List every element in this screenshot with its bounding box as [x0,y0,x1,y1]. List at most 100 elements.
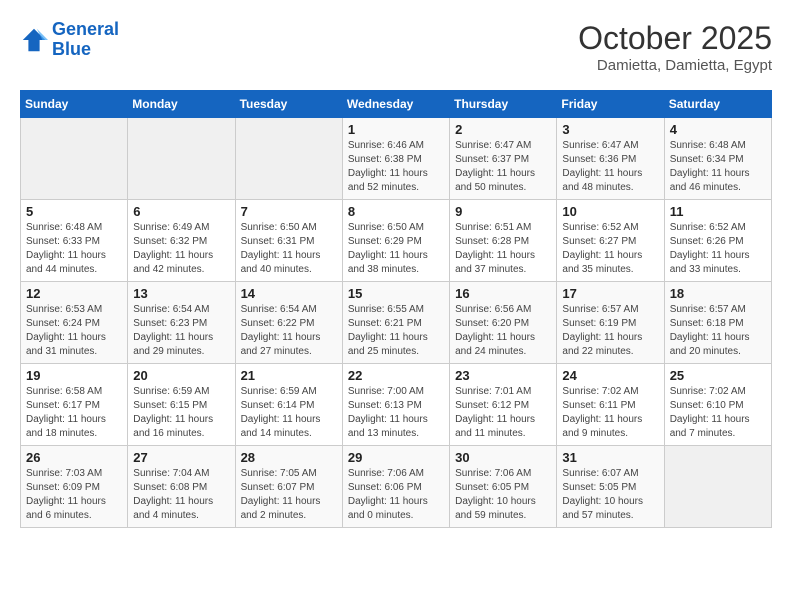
day-number: 24 [562,368,658,383]
day-number: 25 [670,368,766,383]
day-number: 2 [455,122,551,137]
calendar-cell: 3 Sunrise: 6:47 AM Sunset: 6:36 PM Daylig… [557,118,664,200]
calendar-cell: 29 Sunrise: 7:06 AM Sunset: 6:06 PM Dayli… [342,446,449,528]
day-number: 11 [670,204,766,219]
day-info: Sunrise: 6:54 AM Sunset: 6:23 PM Dayligh… [133,303,229,359]
day-number: 18 [670,286,766,301]
calendar-cell: 17 Sunrise: 6:57 AM Sunset: 6:19 PM Dayli… [557,282,664,364]
day-of-week-header: Tuesday [235,91,342,118]
calendar-cell: 1Sunrise: 6:46 AM Sunset: 6:38 PM Daylig… [342,118,449,200]
day-info: Sunrise: 7:01 AM Sunset: 6:12 PM Dayligh… [455,385,551,441]
day-info: Sunrise: 7:02 AM Sunset: 6:11 PM Dayligh… [562,385,658,441]
day-number: 22 [348,368,444,383]
day-number: 26 [26,450,122,465]
calendar-cell: 14 Sunrise: 6:54 AM Sunset: 6:22 PM Dayli… [235,282,342,364]
calendar-cell: 28Sunrise: 7:05 AM Sunset: 6:07 PM Dayli… [235,446,342,528]
day-number: 23 [455,368,551,383]
day-info: Sunrise: 6:58 AM Sunset: 6:17 PM Dayligh… [26,385,122,441]
day-number: 30 [455,450,551,465]
day-info: Sunrise: 7:06 AM Sunset: 6:06 PM Dayligh… [348,467,444,523]
calendar-week-row: 5 Sunrise: 6:48 AM Sunset: 6:33 PM Daylig… [21,200,772,282]
day-info: Sunrise: 7:03 AM Sunset: 6:09 PM Dayligh… [26,467,122,523]
day-number: 4 [670,122,766,137]
day-info: Sunrise: 6:52 AM Sunset: 6:26 PM Dayligh… [670,221,766,277]
day-info: Sunrise: 7:04 AM Sunset: 6:08 PM Dayligh… [133,467,229,523]
calendar-cell: 30 Sunrise: 7:06 AM Sunset: 6:05 PM Dayli… [450,446,557,528]
title-block: October 2025 Damietta, Damietta, Egypt [578,20,772,74]
calendar-cell: 23 Sunrise: 7:01 AM Sunset: 6:12 PM Dayli… [450,364,557,446]
calendar-week-row: 26 Sunrise: 7:03 AM Sunset: 6:09 PM Dayli… [21,446,772,528]
day-number: 3 [562,122,658,137]
day-info: Sunrise: 6:55 AM Sunset: 6:21 PM Dayligh… [348,303,444,359]
day-number: 15 [348,286,444,301]
day-of-week-header: Sunday [21,91,128,118]
day-number: 8 [348,204,444,219]
calendar-cell: 5 Sunrise: 6:48 AM Sunset: 6:33 PM Daylig… [21,200,128,282]
day-number: 31 [562,450,658,465]
day-info: Sunrise: 6:52 AM Sunset: 6:27 PM Dayligh… [562,221,658,277]
day-number: 7 [241,204,337,219]
day-info: Sunrise: 6:07 AM Sunset: 5:05 PM Dayligh… [562,467,658,523]
calendar-cell: 15 Sunrise: 6:55 AM Sunset: 6:21 PM Dayli… [342,282,449,364]
calendar-cell [21,118,128,200]
day-info: Sunrise: 6:50 AM Sunset: 6:29 PM Dayligh… [348,221,444,277]
calendar-cell: 18 Sunrise: 6:57 AM Sunset: 6:18 PM Dayli… [664,282,771,364]
calendar-cell [235,118,342,200]
calendar-cell: 20Sunrise: 6:59 AM Sunset: 6:15 PM Dayli… [128,364,235,446]
day-info: Sunrise: 6:57 AM Sunset: 6:19 PM Dayligh… [562,303,658,359]
logo: General Blue [20,20,119,60]
calendar-cell: 24 Sunrise: 7:02 AM Sunset: 6:11 PM Dayli… [557,364,664,446]
location-subtitle: Damietta, Damietta, Egypt [578,57,772,74]
day-info: Sunrise: 6:50 AM Sunset: 6:31 PM Dayligh… [241,221,337,277]
day-number: 21 [241,368,337,383]
calendar-cell: 31 Sunrise: 6:07 AM Sunset: 5:05 PM Dayli… [557,446,664,528]
days-of-week-row: SundayMondayTuesdayWednesdayThursdayFrid… [21,91,772,118]
day-number: 14 [241,286,337,301]
calendar-week-row: 19Sunrise: 6:58 AM Sunset: 6:17 PM Dayli… [21,364,772,446]
day-number: 17 [562,286,658,301]
day-number: 10 [562,204,658,219]
day-info: Sunrise: 7:02 AM Sunset: 6:10 PM Dayligh… [670,385,766,441]
day-number: 12 [26,286,122,301]
calendar-cell: 25 Sunrise: 7:02 AM Sunset: 6:10 PM Dayli… [664,364,771,446]
calendar-cell: 13 Sunrise: 6:54 AM Sunset: 6:23 PM Dayli… [128,282,235,364]
calendar-cell: 2 Sunrise: 6:47 AM Sunset: 6:37 PM Daylig… [450,118,557,200]
day-info: Sunrise: 6:48 AM Sunset: 6:33 PM Dayligh… [26,221,122,277]
calendar-cell: 22 Sunrise: 7:00 AM Sunset: 6:13 PM Dayli… [342,364,449,446]
day-info: Sunrise: 6:51 AM Sunset: 6:28 PM Dayligh… [455,221,551,277]
calendar-body: 1Sunrise: 6:46 AM Sunset: 6:38 PM Daylig… [21,118,772,528]
day-info: Sunrise: 6:47 AM Sunset: 6:37 PM Dayligh… [455,139,551,195]
day-number: 13 [133,286,229,301]
calendar-cell: 9 Sunrise: 6:51 AM Sunset: 6:28 PM Daylig… [450,200,557,282]
calendar-cell: 16Sunrise: 6:56 AM Sunset: 6:20 PM Dayli… [450,282,557,364]
day-info: Sunrise: 6:54 AM Sunset: 6:22 PM Dayligh… [241,303,337,359]
day-info: Sunrise: 6:53 AM Sunset: 6:24 PM Dayligh… [26,303,122,359]
day-info: Sunrise: 6:49 AM Sunset: 6:32 PM Dayligh… [133,221,229,277]
day-number: 27 [133,450,229,465]
day-number: 28 [241,450,337,465]
calendar-table: SundayMondayTuesdayWednesdayThursdayFrid… [20,90,772,528]
logo-text: General Blue [52,20,119,60]
day-number: 9 [455,204,551,219]
calendar-cell: 11 Sunrise: 6:52 AM Sunset: 6:26 PM Dayli… [664,200,771,282]
day-info: Sunrise: 6:57 AM Sunset: 6:18 PM Dayligh… [670,303,766,359]
day-info: Sunrise: 7:00 AM Sunset: 6:13 PM Dayligh… [348,385,444,441]
calendar-cell: 10 Sunrise: 6:52 AM Sunset: 6:27 PM Dayli… [557,200,664,282]
day-of-week-header: Friday [557,91,664,118]
day-info: Sunrise: 7:06 AM Sunset: 6:05 PM Dayligh… [455,467,551,523]
day-of-week-header: Monday [128,91,235,118]
day-info: Sunrise: 6:59 AM Sunset: 6:14 PM Dayligh… [241,385,337,441]
month-title: October 2025 [578,20,772,57]
calendar-cell: 27 Sunrise: 7:04 AM Sunset: 6:08 PM Dayli… [128,446,235,528]
calendar-week-row: 12 Sunrise: 6:53 AM Sunset: 6:24 PM Dayli… [21,282,772,364]
calendar-cell [128,118,235,200]
day-number: 6 [133,204,229,219]
calendar-cell: 26 Sunrise: 7:03 AM Sunset: 6:09 PM Dayli… [21,446,128,528]
day-number: 16 [455,286,551,301]
day-number: 29 [348,450,444,465]
calendar-cell: 8 Sunrise: 6:50 AM Sunset: 6:29 PM Daylig… [342,200,449,282]
day-info: Sunrise: 6:47 AM Sunset: 6:36 PM Dayligh… [562,139,658,195]
day-number: 5 [26,204,122,219]
day-info: Sunrise: 6:46 AM Sunset: 6:38 PM Dayligh… [348,139,444,195]
calendar-cell: 7 Sunrise: 6:50 AM Sunset: 6:31 PM Daylig… [235,200,342,282]
